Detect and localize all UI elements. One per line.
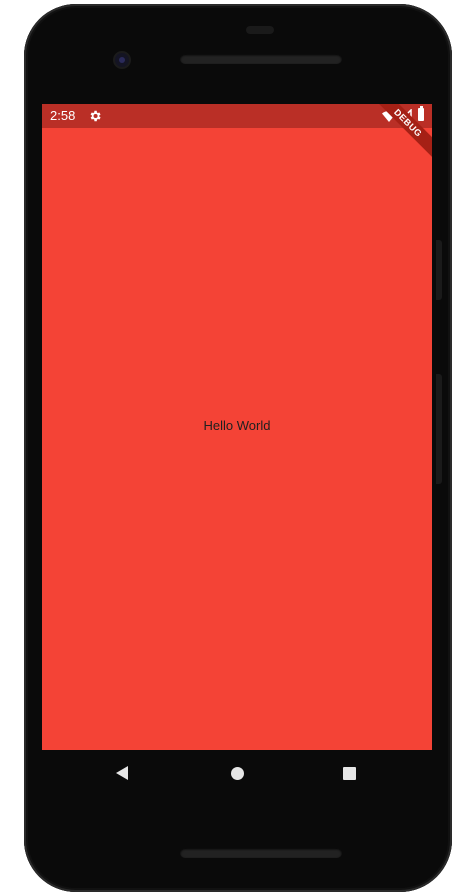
hello-world-text: Hello World <box>203 418 271 433</box>
recents-icon[interactable] <box>343 767 356 780</box>
navigation-bar <box>42 750 432 798</box>
app-screen: 2:58 DEBUG Hello World <box>42 104 432 750</box>
status-time: 2:58 <box>50 108 76 123</box>
bottom-speaker <box>180 848 342 858</box>
earpiece-speaker <box>180 54 342 64</box>
proximity-sensor <box>246 26 274 34</box>
gear-icon <box>90 110 101 122</box>
front-camera-icon <box>115 53 129 67</box>
battery-icon <box>418 106 424 121</box>
volume-button <box>436 374 442 484</box>
power-button <box>436 240 442 300</box>
back-icon[interactable] <box>116 766 128 780</box>
status-bar: 2:58 DEBUG <box>42 104 432 164</box>
home-icon[interactable] <box>231 767 244 780</box>
